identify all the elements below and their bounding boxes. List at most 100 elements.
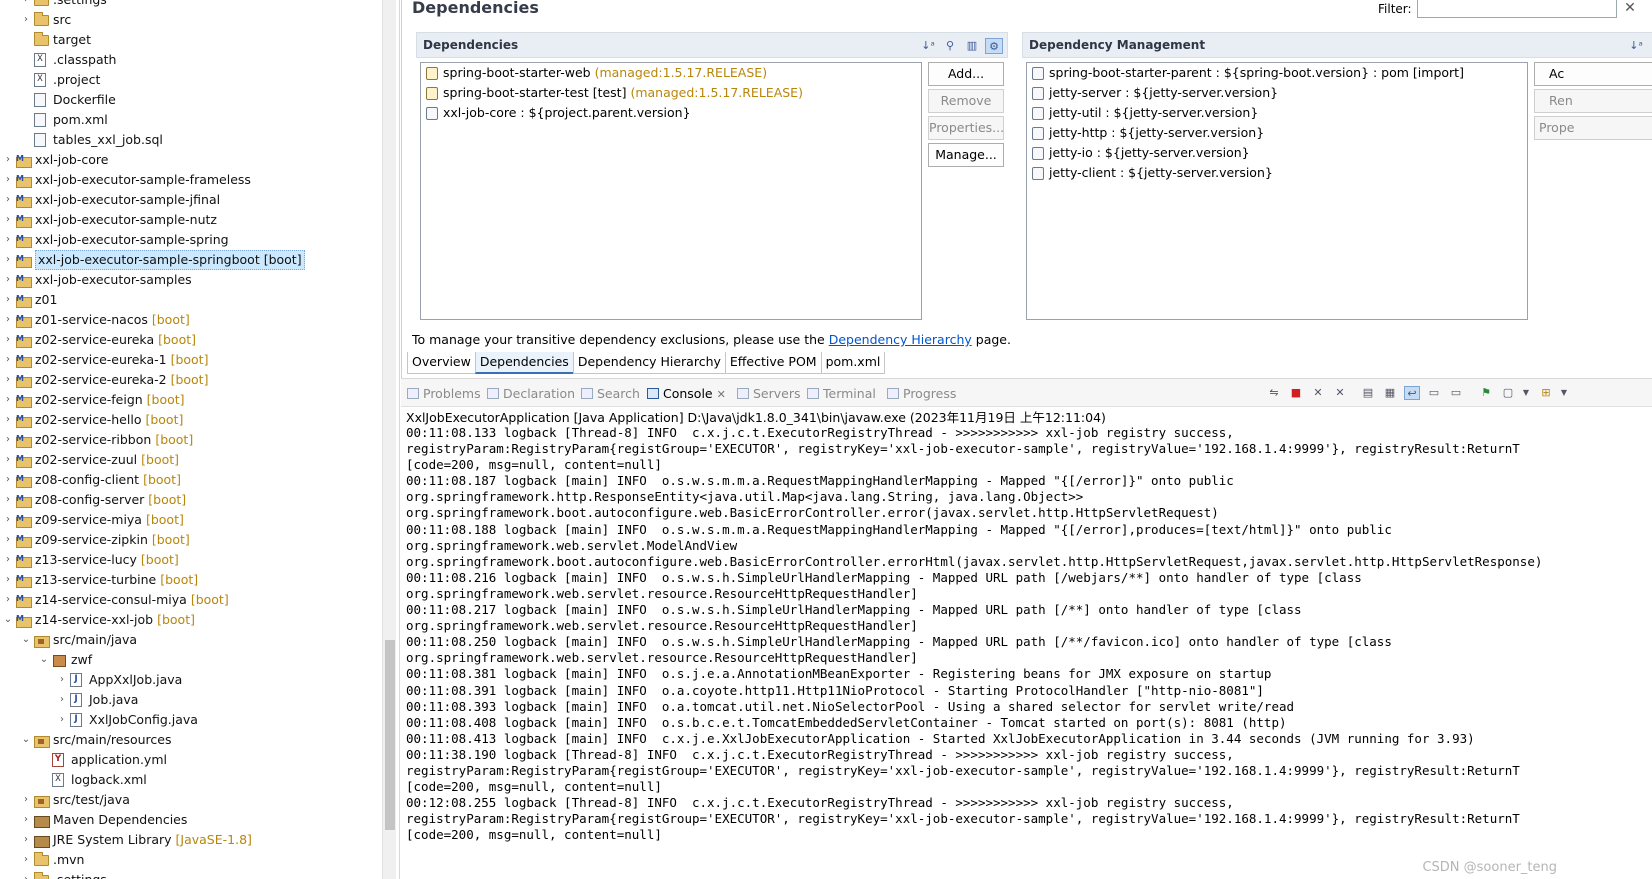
- collapsed-arrow-icon[interactable]: ›: [2, 330, 14, 350]
- dependency-item[interactable]: spring-boot-starter-web (managed:1.5.17.…: [421, 63, 921, 83]
- editor-tab[interactable]: Dependencies: [474, 352, 574, 374]
- dependency-management-list[interactable]: spring-boot-starter-parent : ${spring-bo…: [1026, 62, 1528, 320]
- tree-item[interactable]: › z13-service-turbine [boot]: [0, 569, 384, 590]
- view-tab[interactable]: Problems: [407, 386, 481, 404]
- tree-item[interactable]: › J Job.java: [0, 690, 384, 710]
- collapsed-arrow-icon[interactable]: ›: [2, 190, 14, 210]
- collapsed-arrow-icon[interactable]: ›: [2, 510, 14, 530]
- remove-dependency-button[interactable]: Remove: [928, 89, 1004, 113]
- collapsed-arrow-icon[interactable]: ›: [20, 0, 32, 10]
- collapsed-arrow-icon[interactable]: ›: [2, 170, 14, 190]
- show-stderr-icon[interactable]: ▭: [1448, 386, 1464, 400]
- tree-item[interactable]: › z09-service-miya [boot]: [0, 509, 384, 530]
- tree-item[interactable]: ⌄ src/main/java: [0, 630, 384, 650]
- tree-item[interactable]: Xlogback.xml: [0, 770, 384, 790]
- tree-item[interactable]: › J AppXxlJob.java: [0, 670, 384, 690]
- tree-item[interactable]: › .settings: [0, 870, 384, 879]
- managed-dependency-item[interactable]: jetty-util : ${jetty-server.version}: [1027, 103, 1527, 123]
- view-tab[interactable]: Search: [581, 386, 640, 404]
- console-output[interactable]: 00:11:08.133 logback [Thread-8] INFO c.x…: [406, 425, 1652, 879]
- tree-item[interactable]: › J XxlJobConfig.java: [0, 710, 384, 730]
- expanded-arrow-icon[interactable]: ⌄: [38, 650, 50, 670]
- collapsed-arrow-icon[interactable]: ›: [2, 450, 14, 470]
- collapsed-arrow-icon[interactable]: ›: [56, 690, 68, 710]
- tree-item[interactable]: › xxl-job-core: [0, 149, 384, 170]
- expanded-arrow-icon[interactable]: ⌄: [20, 730, 32, 750]
- show-group-id-icon[interactable]: ⚲: [941, 38, 959, 54]
- collapsed-arrow-icon[interactable]: ›: [2, 150, 14, 170]
- filter-input[interactable]: [1417, 0, 1617, 18]
- collapsed-arrow-icon[interactable]: ›: [56, 670, 68, 690]
- display-console-menu-icon[interactable]: ▼: [1518, 386, 1534, 400]
- tree-item[interactable]: › xxl-job-executor-sample-nutz: [0, 209, 384, 230]
- clear-console-icon[interactable]: ▤: [1360, 386, 1376, 400]
- filter-inherited-icon[interactable]: ⚙: [985, 38, 1003, 54]
- collapsed-arrow-icon[interactable]: ›: [20, 810, 32, 830]
- pin-icon[interactable]: ⇋: [1266, 386, 1282, 400]
- collapsed-arrow-icon[interactable]: ›: [2, 230, 14, 250]
- collapsed-arrow-icon[interactable]: ›: [2, 410, 14, 430]
- close-icon[interactable]: ✕: [717, 388, 726, 401]
- collapsed-arrow-icon[interactable]: ›: [56, 710, 68, 730]
- view-tab[interactable]: Declaration: [487, 386, 575, 404]
- tree-item[interactable]: ⌄ src/main/resources: [0, 730, 384, 750]
- dependency-hierarchy-link[interactable]: Dependency Hierarchy: [829, 332, 972, 347]
- collapsed-arrow-icon[interactable]: ›: [2, 550, 14, 570]
- dependency-item[interactable]: xxl-job-core : ${project.parent.version}: [421, 103, 921, 123]
- dependencies-list[interactable]: spring-boot-starter-web (managed:1.5.17.…: [420, 62, 922, 320]
- view-tab[interactable]: Progress: [887, 386, 956, 404]
- dependency-properties-button[interactable]: Properties...: [928, 116, 1004, 140]
- tree-item[interactable]: › z13-service-lucy [boot]: [0, 549, 384, 570]
- tree-item[interactable]: target: [0, 30, 384, 50]
- tree-item[interactable]: › src: [0, 10, 384, 30]
- remove-all-launches-icon[interactable]: ✕: [1332, 386, 1348, 400]
- tree-item[interactable]: › src/test/java: [0, 790, 384, 810]
- tree-item[interactable]: › z08-config-client [boot]: [0, 469, 384, 490]
- managed-dependency-item[interactable]: jetty-client : ${jetty-server.version}: [1027, 163, 1527, 183]
- tree-item[interactable]: › JRE System Library [JavaSE-1.8]: [0, 830, 384, 850]
- tree-item[interactable]: › .settings: [0, 0, 384, 10]
- collapsed-arrow-icon[interactable]: ›: [2, 350, 14, 370]
- tree-item[interactable]: Yapplication.yml: [0, 750, 384, 770]
- open-console-menu-icon[interactable]: ▼: [1556, 386, 1572, 400]
- collapsed-arrow-icon[interactable]: ›: [20, 850, 32, 870]
- collapsed-arrow-icon[interactable]: ›: [20, 870, 32, 879]
- tree-item[interactable]: › xxl-job-executor-samples: [0, 269, 384, 290]
- collapsed-arrow-icon[interactable]: ›: [2, 470, 14, 490]
- show-version-icon[interactable]: ▥: [963, 38, 981, 54]
- collapsed-arrow-icon[interactable]: ›: [2, 210, 14, 230]
- collapsed-arrow-icon[interactable]: ›: [20, 10, 32, 30]
- collapsed-arrow-icon[interactable]: ›: [2, 390, 14, 410]
- tree-item[interactable]: › Maven Dependencies: [0, 810, 384, 830]
- tree-item[interactable]: › z01-service-nacos [boot]: [0, 309, 384, 330]
- explorer-scrollbar-thumb[interactable]: [385, 640, 395, 830]
- tree-item[interactable]: ⌄ z14-service-xxl-job [boot]: [0, 609, 384, 630]
- managed-dependency-properties-button[interactable]: Prope: [1534, 116, 1652, 140]
- pin-console-icon[interactable]: ⚑: [1478, 386, 1494, 400]
- add-dependency-button[interactable]: Add...: [928, 62, 1004, 86]
- editor-tab[interactable]: Dependency Hierarchy: [572, 352, 726, 374]
- expanded-arrow-icon[interactable]: ⌄: [2, 610, 14, 630]
- tree-item[interactable]: › z02-service-eureka-1 [boot]: [0, 349, 384, 370]
- remove-managed-dependency-button[interactable]: Ren: [1534, 89, 1652, 113]
- tree-item[interactable]: › z02-service-eureka [boot]: [0, 329, 384, 350]
- managed-dependency-item[interactable]: spring-boot-starter-parent : ${spring-bo…: [1027, 63, 1527, 83]
- tree-item[interactable]: tables_xxl_job.sql: [0, 130, 384, 150]
- editor-tab[interactable]: Overview: [407, 352, 476, 374]
- view-tab[interactable]: Terminal: [807, 386, 876, 404]
- managed-dependency-item[interactable]: jetty-http : ${jetty-server.version}: [1027, 123, 1527, 143]
- collapsed-arrow-icon[interactable]: ›: [2, 370, 14, 390]
- add-managed-dependency-button[interactable]: Ac: [1534, 62, 1652, 86]
- remove-launch-icon[interactable]: ✕: [1310, 386, 1326, 400]
- collapsed-arrow-icon[interactable]: ›: [2, 290, 14, 310]
- tree-item[interactable]: › z01: [0, 289, 384, 310]
- tree-item[interactable]: X .classpath: [0, 50, 384, 70]
- managed-dependency-item[interactable]: jetty-server : ${jetty-server.version}: [1027, 83, 1527, 103]
- tree-item[interactable]: › z02-service-hello [boot]: [0, 409, 384, 430]
- dependency-item[interactable]: spring-boot-starter-test [test] (managed…: [421, 83, 921, 103]
- open-console-icon[interactable]: ⊞: [1538, 386, 1554, 400]
- collapsed-arrow-icon[interactable]: ›: [2, 310, 14, 330]
- tree-item[interactable]: › z02-service-ribbon [boot]: [0, 429, 384, 450]
- collapsed-arrow-icon[interactable]: ›: [20, 830, 32, 850]
- scroll-lock-icon[interactable]: ▦: [1382, 386, 1398, 400]
